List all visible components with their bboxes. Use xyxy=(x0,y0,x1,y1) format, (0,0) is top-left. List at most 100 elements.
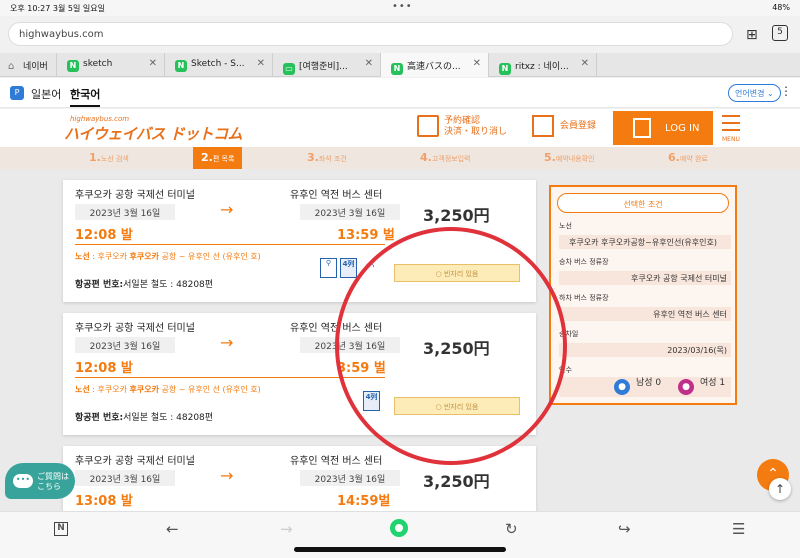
flight-number: 항공편 번호:서일본 철도 : 48208편 xyxy=(75,413,214,423)
step-4: 4.고객정보입력 xyxy=(420,151,471,164)
step-5: 5.예약내용확인 xyxy=(544,151,595,164)
seat-layout-icon: 4列 xyxy=(340,258,357,278)
arrival-time: 13:59 벌 xyxy=(337,228,395,243)
menu-icon[interactable]: ☰ xyxy=(732,520,745,538)
arrow-right-icon: → xyxy=(220,200,234,219)
naver-n-icon: N xyxy=(175,60,187,72)
new-tab-icon[interactable]: ⊞ xyxy=(746,27,758,43)
green-dot-icon[interactable] xyxy=(390,519,408,537)
arrow-right-icon: → xyxy=(220,333,234,352)
toilet-icon: ⚲ xyxy=(320,258,337,278)
arrival-date: 2023년 3월 16일 xyxy=(300,470,400,486)
tab-label: 高速バスの... xyxy=(407,62,461,72)
departure-stop: 후쿠오카 공항 국제선 터미널 xyxy=(75,190,195,201)
logo-subtext: highwaybus.com xyxy=(70,115,130,123)
reserve-check-link[interactable]: 予約確認 決済・取り消し xyxy=(444,116,507,138)
tab-sketch-s[interactable]: N Sketch - S... ✕ xyxy=(165,53,273,77)
annotation-circle xyxy=(335,227,567,465)
arrow-right-icon: → xyxy=(220,466,234,485)
chat-bubble-icon: ••• xyxy=(13,474,33,488)
list-icon[interactable] xyxy=(417,115,439,137)
reserve-check-line2: 決済・取り消し xyxy=(444,127,508,137)
forward-icon[interactable]: → xyxy=(280,520,293,538)
chat-help-button[interactable]: ••• ご質問は こちら xyxy=(5,463,75,499)
lang-korean-tab[interactable]: 한국어 xyxy=(70,86,101,107)
papago-icon: P xyxy=(10,86,24,100)
close-icon[interactable]: ✕ xyxy=(149,58,157,69)
multitask-dots[interactable]: ••• xyxy=(392,1,413,12)
tab-label: [여행준비]... xyxy=(299,62,348,72)
boarding-date-value: 2023/03/16(목) xyxy=(559,343,731,357)
departure-date: 2023년 3월 16일 xyxy=(75,470,175,486)
departure-stop: 후쿠오카 공항 국제선 터미널 xyxy=(75,456,195,467)
naver-home-icon[interactable]: N xyxy=(54,522,68,536)
more-icon[interactable]: ⋮ xyxy=(780,84,792,98)
login-door-icon xyxy=(633,118,651,138)
pencil-icon[interactable] xyxy=(532,115,554,137)
female-count: ● 여성 1 xyxy=(678,375,725,395)
flight-number: 항공편 번호:서일본 철도 : 48208편 xyxy=(75,280,214,290)
close-icon[interactable]: ✕ xyxy=(581,58,589,69)
fare-price: 3,250円 xyxy=(423,206,490,225)
departure-date: 2023년 3월 16일 xyxy=(75,337,175,353)
chat-label: ご質問は こちら xyxy=(37,472,69,491)
hamburger-menu-icon[interactable]: MENU xyxy=(722,115,740,143)
reload-icon[interactable]: ↻ xyxy=(505,520,518,538)
step-6: 6.예약 완료 xyxy=(668,151,708,164)
home-icon: ⌂ xyxy=(8,61,15,72)
panel-title: 선택한 조건 xyxy=(557,193,729,213)
language-settings-button[interactable]: 언어변경 ⌄ xyxy=(728,84,781,102)
male-person-icon: ● xyxy=(614,379,630,395)
naver-n-icon: N xyxy=(391,63,403,75)
departure-stop: 후쿠오카 공항 국제선 터미널 xyxy=(75,323,195,334)
selected-conditions-panel: 선택한 조건 노선 후쿠오카 후쿠오카공항~유후인선(유후인호) 승차 버스 정… xyxy=(549,185,737,405)
tab-travel-prep[interactable]: ▭ [여행준비]... ✕ xyxy=(273,53,381,77)
tab-naver[interactable]: ⌂ 네이버 xyxy=(0,53,57,77)
step-1: 1.노선 검색 xyxy=(89,151,129,164)
chat-icon: ▭ xyxy=(283,63,295,75)
boarding-stop-label: 승차 버스 정류장 xyxy=(559,258,609,266)
scroll-up-icon[interactable]: ↑ xyxy=(769,478,791,500)
tab-highway-bus[interactable]: N 高速バスの... ✕ xyxy=(381,53,489,77)
login-button[interactable]: LOG IN xyxy=(613,111,713,145)
address-bar[interactable]: highwaybus.com xyxy=(8,22,733,46)
progress-steps: 1.노선 검색 2.편 목록 3.좌석 조건 4.고객정보입력 5.예약내용확인… xyxy=(0,147,800,175)
close-icon[interactable]: ✕ xyxy=(257,58,265,69)
tab-label: Sketch - S... xyxy=(191,59,245,69)
member-register-link[interactable]: 会員登録 xyxy=(560,121,596,132)
arrival-stop: 유후인 역전 버스 센터 xyxy=(290,456,383,467)
site-header: highwaybus.com ハイウェイバス ドットコム 予約確認 決済・取り消… xyxy=(0,109,800,147)
naver-n-icon: N xyxy=(499,63,511,75)
route-value: 후쿠오카 후쿠오카공항~유후인선(유후인호) xyxy=(559,235,731,249)
close-icon[interactable]: ✕ xyxy=(365,58,373,69)
tab-count-button[interactable]: 5 xyxy=(772,25,788,41)
alighting-stop-label: 하차 버스 정류장 xyxy=(559,294,609,302)
departure-time: 12:08 발 xyxy=(75,228,133,243)
menu-label: MENU xyxy=(722,136,740,143)
naver-n-icon: N xyxy=(67,60,79,72)
route-label: 노선 xyxy=(559,222,572,230)
route-info: 노선 : 후쿠오카 후쿠오카 공항 ~ 유후인 선 (유후인 호) xyxy=(75,252,261,261)
departure-time: 12:08 발 xyxy=(75,361,133,376)
divider xyxy=(75,244,385,245)
login-label: LOG IN xyxy=(665,123,700,134)
tab-sketch[interactable]: Nsketch ✕ xyxy=(57,53,165,77)
route-info: 노선 : 후쿠오카 후쿠오카 공항 ~ 유후인 선 (유후인 호) xyxy=(75,385,261,394)
status-time: 오후 10:27 3월 5일 일요일 xyxy=(10,4,105,13)
site-logo[interactable]: ハイウェイバス ドットコム xyxy=(64,123,243,144)
step-2: 2.편 목록 xyxy=(193,147,243,175)
boarding-stop-value: 후쿠오카 공항 국제선 터미널 xyxy=(559,271,731,285)
lang-japanese-tab[interactable]: 일본어 xyxy=(31,86,61,102)
arrival-date: 2023년 3월 16일 xyxy=(300,204,400,220)
reserve-check-line1: 予約確認 xyxy=(444,116,481,126)
tab-label: 네이버 xyxy=(23,62,48,72)
arrival-time: 14:59벌 xyxy=(337,494,391,509)
back-icon[interactable]: ← xyxy=(166,520,179,538)
male-count: ● 남성 0 xyxy=(614,375,661,395)
tab-ritxz[interactable]: Nritxz : 네이... ✕ xyxy=(489,53,597,77)
tab-label: sketch xyxy=(83,59,113,69)
tab-label: ritxz : 네이... xyxy=(515,62,569,72)
share-icon[interactable]: ↪ xyxy=(618,520,631,538)
close-icon[interactable]: ✕ xyxy=(473,58,481,69)
alighting-stop-value: 유후인 역전 버스 센터 xyxy=(559,307,731,321)
